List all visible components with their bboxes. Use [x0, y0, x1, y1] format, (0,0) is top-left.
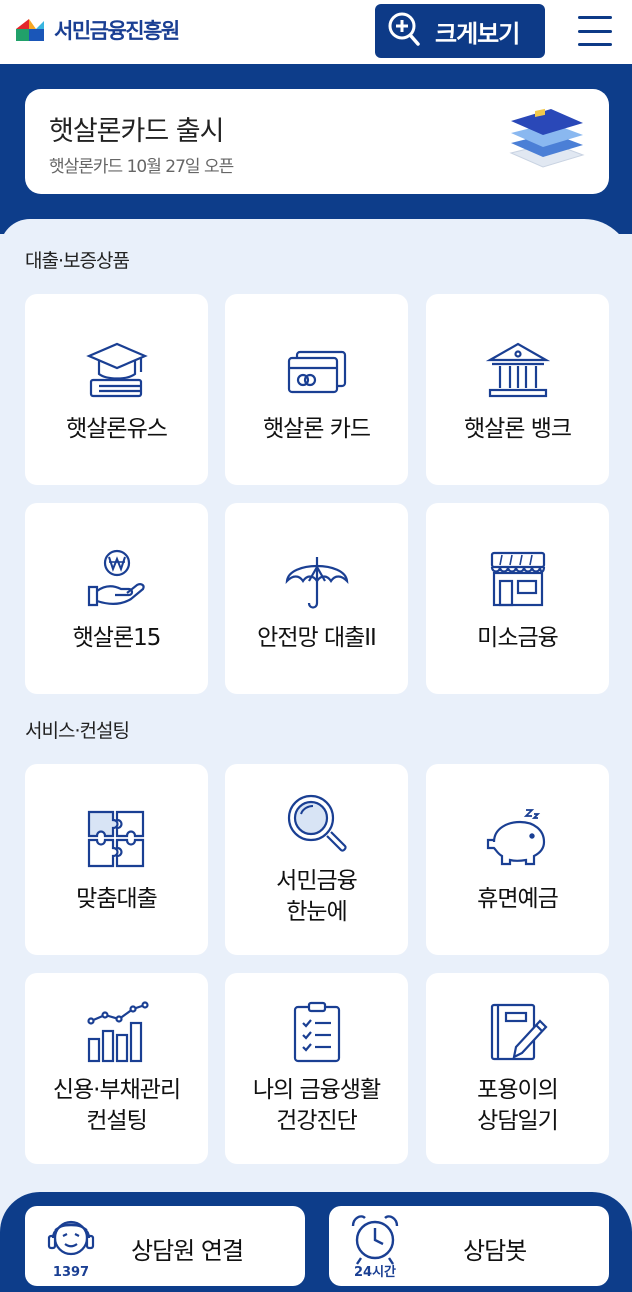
puzzle-icon [85, 808, 149, 872]
zoom-in-icon [387, 10, 421, 52]
magnifier-icon [285, 792, 349, 856]
tile-dormant-deposit[interactable]: 휴면예금 [426, 764, 609, 955]
tile-label: 맞춤대출 [76, 886, 158, 912]
tile-haetsal-card[interactable]: 햇살론 카드 [225, 294, 408, 485]
graduation-cap-icon [85, 338, 149, 402]
app-header: 서민금융진흥원 크게보기 [0, 0, 632, 64]
chatbot-button[interactable]: 24시간 상담봇 [329, 1206, 609, 1286]
umbrella-icon [285, 547, 349, 611]
hamburger-menu-icon[interactable] [578, 14, 612, 48]
tile-label: 휴면예금 [477, 886, 559, 912]
tile-poyong-counsel-diary[interactable]: 포용이의 상담일기 [426, 973, 609, 1164]
tile-label: 안전망 대출II [257, 625, 377, 651]
logo[interactable]: 서민금융진흥원 [14, 13, 180, 47]
tile-finance-at-a-glance[interactable]: 서민금융 한눈에 [225, 764, 408, 955]
tile-label: 햇살론 뱅크 [463, 416, 572, 442]
piggy-bank-icon [486, 808, 550, 872]
headset-agent-icon: 1397 [45, 1212, 97, 1280]
tile-label: 미소금융 [477, 625, 559, 651]
tile-label: 나의 금융생활 건강진단 [252, 1077, 381, 1135]
tile-label: 햇살론유스 [66, 416, 168, 442]
hours-badge: 24시간 [353, 1265, 396, 1280]
banner-title: 햇살론카드 출시 [49, 116, 224, 147]
section-title-services: 서비스·컨설팅 [25, 720, 130, 742]
hand-won-coin-icon [85, 547, 149, 611]
tile-safety-net-loan[interactable]: 안전망 대출II [225, 503, 408, 694]
tile-label: 포용이의 상담일기 [477, 1077, 559, 1135]
tile-label: 햇살론15 [72, 625, 162, 651]
tile-label: 서민금융 한눈에 [276, 868, 358, 926]
counselor-connect-button[interactable]: 1397 상담원 연결 [25, 1206, 305, 1286]
counsel-number-badge: 1397 [52, 1265, 90, 1280]
chatbot-label: 상담봇 [463, 1237, 527, 1265]
bank-building-icon [485, 338, 550, 402]
logo-mark-icon [14, 15, 48, 45]
tile-financial-health-check[interactable]: 나의 금융생활 건강진단 [225, 973, 408, 1164]
checklist-clipboard-icon [285, 1001, 349, 1065]
stacked-cards-icon [507, 103, 587, 179]
tile-haetsal-youth[interactable]: 햇살론유스 [25, 294, 208, 485]
tile-label: 햇살론 카드 [262, 416, 371, 442]
bar-chart-icon [85, 1001, 149, 1065]
tile-micro-finance[interactable]: 미소금융 [426, 503, 609, 694]
section-title-loans: 대출·보증상품 [25, 250, 130, 272]
tile-haetsal-bank[interactable]: 햇살론 뱅크 [426, 294, 609, 485]
zoom-view-button[interactable]: 크게보기 [375, 4, 545, 58]
promo-banner[interactable]: 햇살론카드 출시 햇살론카드 10월 27일 오픈 [25, 89, 609, 194]
tile-label: 신용·부채관리 컨설팅 [52, 1077, 181, 1135]
counselor-connect-label: 상담원 연결 [131, 1237, 244, 1265]
tile-credit-debt-consulting[interactable]: 신용·부채관리 컨설팅 [25, 973, 208, 1164]
notebook-pen-icon [486, 1001, 550, 1065]
storefront-icon [486, 547, 550, 611]
tile-custom-loan[interactable]: 맞춤대출 [25, 764, 208, 955]
zoom-view-label: 크게보기 [435, 19, 520, 48]
alarm-clock-icon: 24시간 [349, 1212, 401, 1280]
tile-haetsal-15[interactable]: 햇살론15 [25, 503, 208, 694]
logo-text: 서민금융진흥원 [54, 19, 180, 43]
banner-subtitle: 햇살론카드 10월 27일 오픈 [49, 157, 234, 177]
credit-card-icon [285, 338, 349, 402]
